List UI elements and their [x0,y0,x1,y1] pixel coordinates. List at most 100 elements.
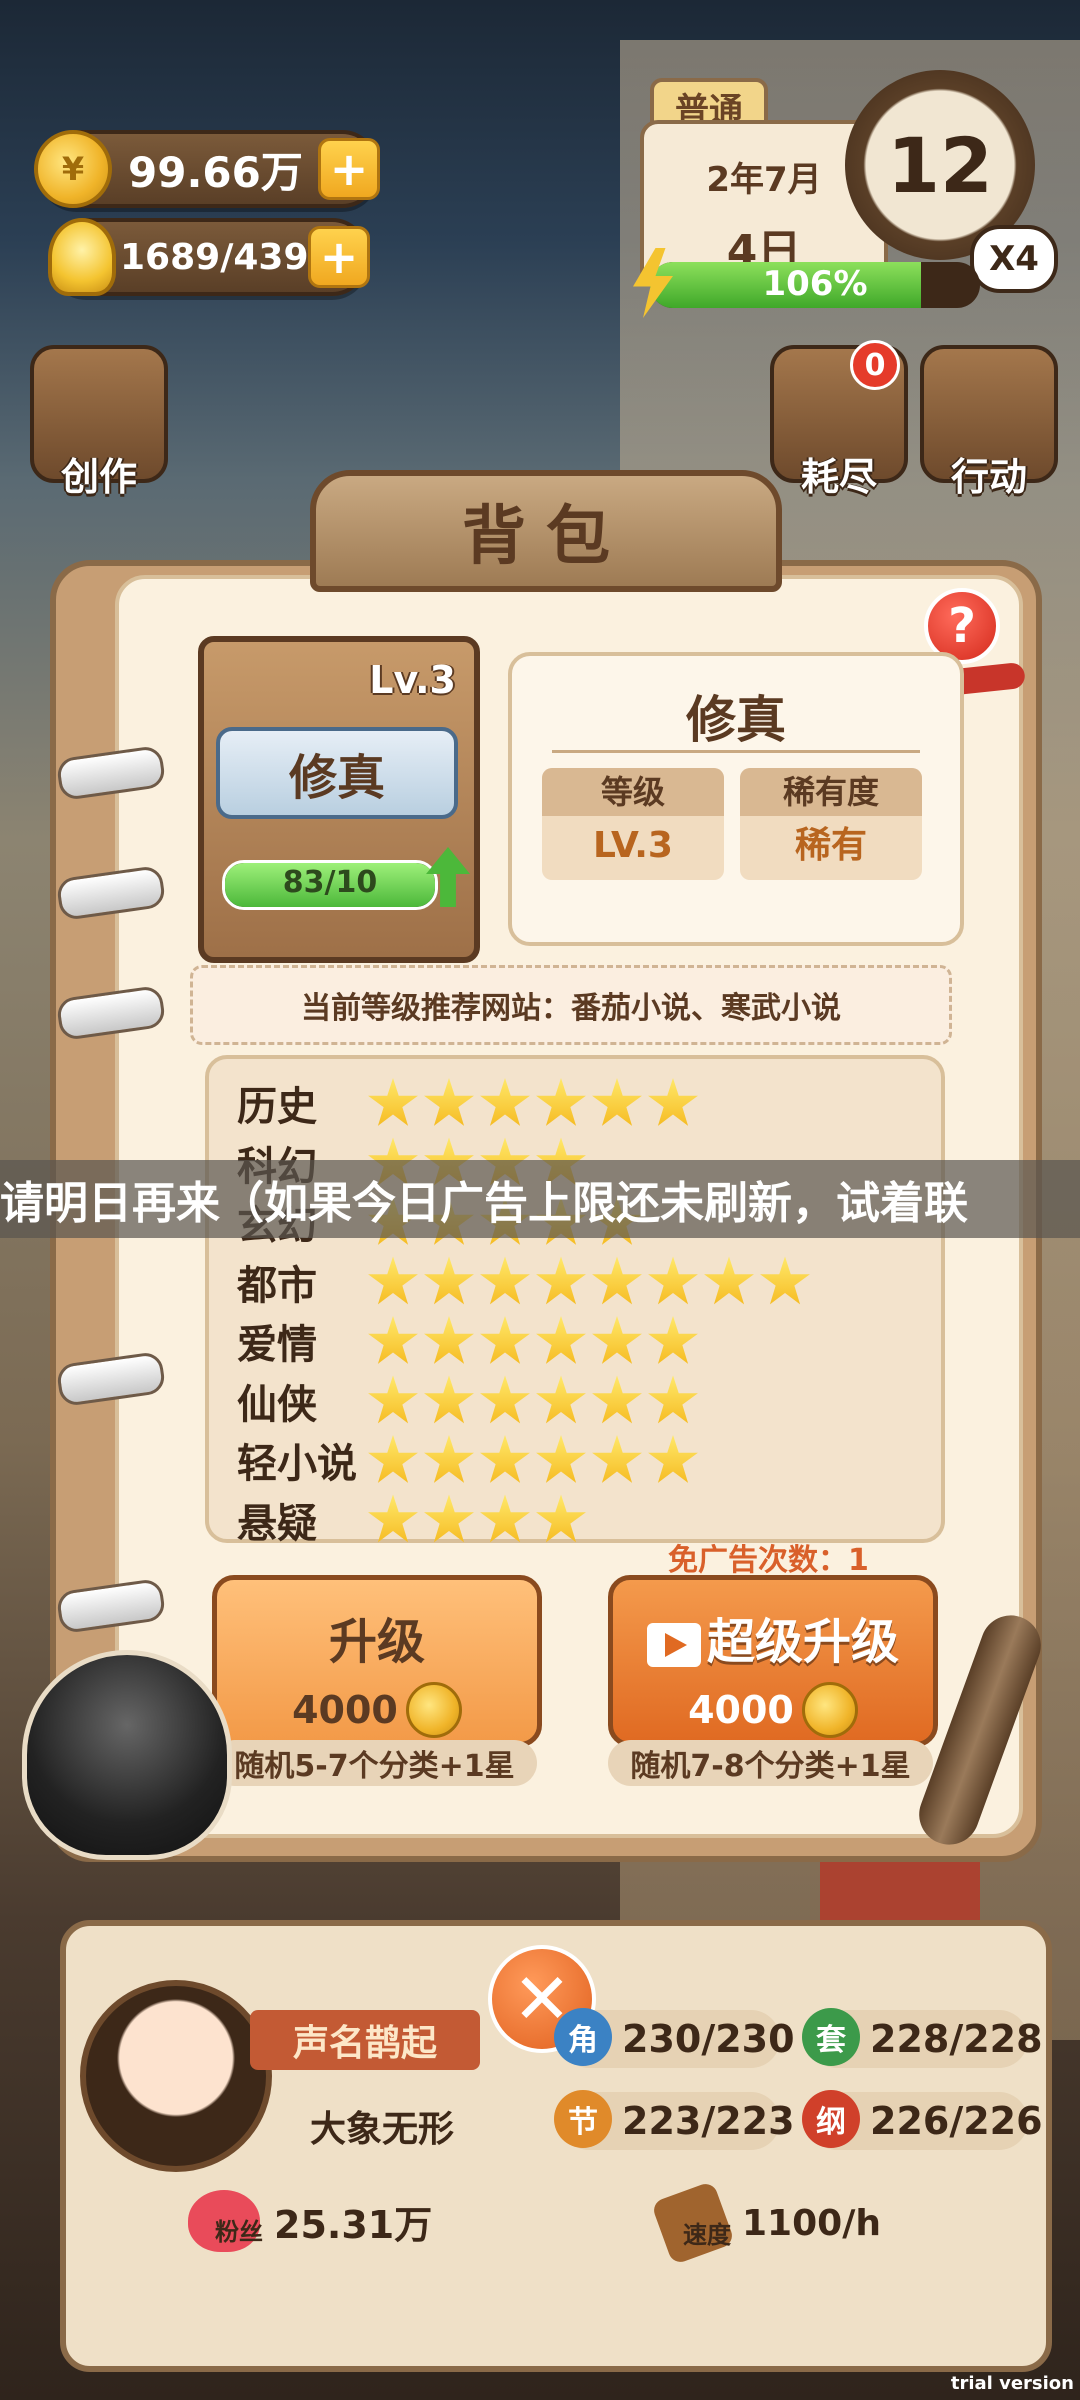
genre-label: 爱情 [237,1322,317,1368]
inkpot-icon [22,1650,232,1860]
upgrade-note: 随机5-7个分类+1星 [212,1740,537,1786]
star-icon [536,1256,586,1305]
energy-text: 106% [762,264,868,304]
stat-outline: 纲 226/226 [802,2090,1043,2150]
super-upgrade-cost: 4000 [613,1682,933,1738]
genre-row: 历史 [237,1073,703,1133]
upgrade-cost-value: 4000 [292,1688,398,1732]
star-icon [424,1494,474,1543]
notice-marquee: 请明日再来（如果今日广告上限还未刷新，试着联 [0,1160,1080,1238]
star-icon [536,1494,586,1543]
super-upgrade-note: 随机7-8个分类+1星 [608,1740,933,1786]
star-icon [424,1435,474,1483]
genre-row: 仙侠 [237,1371,703,1431]
stat-pacing: 节 223/223 [554,2090,795,2150]
recommended-sites: 当前等级推荐网站：番茄小说、寒武小说 [190,965,952,1045]
star-icon [424,1375,474,1424]
speed-value: 1100/h [742,2202,881,2244]
star-icon [480,1256,530,1305]
star-icon [592,1375,642,1424]
super-upgrade-button[interactable]: 超级升级 4000 [608,1575,938,1747]
create-button[interactable]: 创作 [30,345,168,499]
star-icon [536,1078,586,1126]
video-ad-icon [646,1623,701,1667]
fans-value: 25.31万 [274,2202,433,2247]
stat-character-value: 230/230 [622,2017,795,2061]
category-card: Lv.3 修真 83/10 [198,636,480,963]
stat-outline-value: 226/226 [870,2099,1043,2143]
clock-value: 12 [887,120,993,210]
action-label: 行动 [950,455,1027,499]
star-icon [648,1375,698,1424]
notice-text: 请明日再来（如果今日广告上限还未刷新，试着联 [0,1178,968,1229]
star-icon [424,1078,474,1126]
star-icon [424,1256,474,1305]
watermark: trial version [950,2373,1074,2394]
star-icon [592,1078,642,1126]
super-upgrade-cost-value: 4000 [688,1688,794,1732]
star-icon [368,1375,418,1424]
super-upgrade-title: 超级升级 [613,1602,933,1672]
category-info-card: 修真 等级 LV.3 稀有度 稀有 [508,652,964,946]
genre-stars-panel: 历史科幻玄幻都市爱情仙侠轻小说悬疑 [205,1055,945,1547]
stat-pacing-icon: 节 [554,2090,612,2148]
star-icon [480,1375,530,1424]
lightbulb-icon [48,218,116,296]
genre-row: 爱情 [237,1311,703,1371]
coin-icon [801,1682,858,1738]
upgrade-button[interactable]: 升级 4000 [212,1575,542,1747]
exhaust-label: 耗尽 [800,455,877,499]
coin-value: 99.66万 [128,147,303,197]
coin-icon [405,1682,462,1738]
energy-bar: 106% [650,262,980,308]
genre-label: 悬疑 [237,1500,317,1547]
genre-label: 仙侠 [237,1381,317,1428]
genre-label: 历史 [237,1084,317,1130]
exhaust-count-badge: 0 [850,340,900,390]
star-icon [536,1435,586,1483]
rarity-value: 稀有 [794,825,867,866]
action-button[interactable]: 行动 [920,345,1058,499]
star-icon [368,1494,418,1543]
star-icon [368,1316,418,1364]
dialog-title: 背包 [310,470,782,592]
star-icon [480,1316,530,1364]
player-title: 声名鹊起 [250,2010,480,2070]
super-upgrade-label: 超级升级 [706,1614,899,1670]
star-icon [592,1316,642,1364]
star-icon [536,1316,586,1364]
add-coins-button[interactable]: + [318,138,380,200]
star-icon [480,1494,530,1543]
stat-routine-value: 228/228 [870,2017,1043,2061]
inspiration-value: 1689/4399 [120,236,334,278]
rarity-label: 稀有度 [740,768,922,816]
category-level: Lv.3 [369,658,456,702]
category-progress-bar: 83/10 [222,860,438,910]
stat-routine-icon: 套 [802,2008,860,2066]
create-label: 创作 [60,455,137,499]
star-icon [648,1078,698,1126]
add-inspiration-button[interactable]: + [308,226,370,288]
level-box: 等级 LV.3 [542,768,724,880]
genre-label: 都市 [237,1262,317,1309]
star-icon [592,1435,642,1483]
star-icon [704,1256,754,1305]
category-name: 修真 [216,727,458,819]
info-title: 修真 [686,691,786,749]
player-name: 大象无形 [310,2109,455,2150]
divider [552,750,920,753]
star-icon [648,1316,698,1364]
level-label: 等级 [542,768,724,816]
star-icon [536,1375,586,1424]
stat-outline-icon: 纲 [802,2090,860,2148]
genre-row: 悬疑 [237,1490,591,1550]
star-icon [592,1256,642,1305]
upgrade-cost: 4000 [217,1682,537,1738]
star-icon [648,1256,698,1305]
avatar[interactable] [80,1980,272,2172]
inspiration-counter[interactable]: 1689/4399 + [48,218,370,296]
coin-counter[interactable]: ¥ 99.66万 + [34,130,380,208]
stat-character: 角 230/230 [554,2008,795,2068]
stat-pacing-value: 223/223 [622,2099,795,2143]
speed-toggle-button[interactable]: X4 [970,225,1058,293]
